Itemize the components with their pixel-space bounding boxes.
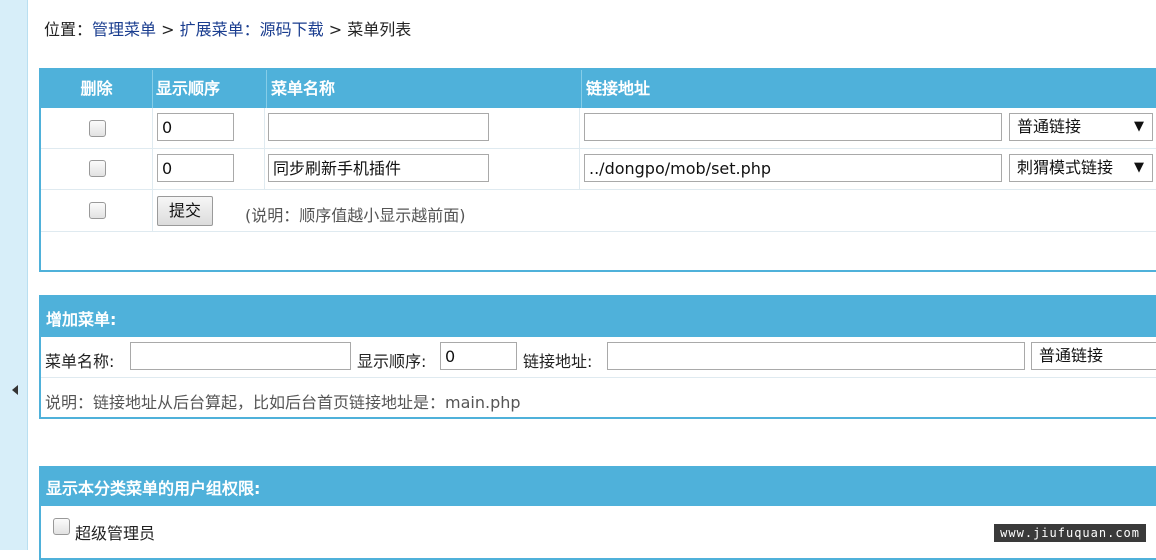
link-input[interactable] bbox=[584, 113, 1002, 141]
col-order-header: 显示顺序 bbox=[153, 70, 267, 108]
add-menu-section: 增加菜单: 菜单名称: 显示顺序: 0 链接地址: 普通链接 说明：链接地址从后… bbox=[39, 295, 1156, 419]
add-menu-row: 菜单名称: 显示顺序: 0 链接地址: 普通链接 bbox=[41, 337, 1156, 378]
permissions-section: 显示本分类菜单的用户组权限: 超级管理员 bbox=[39, 466, 1156, 560]
submit-row: 提交 (说明：顺序值越小显示越前面) bbox=[41, 190, 1156, 232]
add-menu-title: 增加菜单: bbox=[41, 297, 1156, 337]
dropdown-arrow-icon: ▼ bbox=[1134, 160, 1144, 175]
super-admin-label: 超级管理员 bbox=[75, 524, 156, 543]
menu-name-input[interactable] bbox=[268, 113, 489, 141]
order-note: (说明：顺序值越小显示越前面) bbox=[245, 206, 466, 225]
new-link-type-value: 普通链接 bbox=[1039, 346, 1104, 365]
link-input[interactable]: ../dongpo/mob/set.php bbox=[584, 154, 1002, 182]
link-type-select[interactable]: 普通链接 ▼ bbox=[1009, 113, 1153, 141]
order-input[interactable]: 0 bbox=[157, 113, 234, 141]
submit-button[interactable]: 提交 bbox=[157, 196, 214, 226]
breadcrumb-current: 菜单列表 bbox=[347, 20, 412, 39]
new-menu-name-input[interactable] bbox=[130, 342, 351, 370]
breadcrumb-separator: > bbox=[156, 20, 180, 39]
table-header: 删除 显示顺序 菜单名称 链接地址 bbox=[41, 70, 1156, 108]
link-type-value: 普通链接 bbox=[1017, 117, 1082, 136]
collapse-arrow-icon[interactable] bbox=[12, 385, 18, 395]
delete-checkbox[interactable] bbox=[89, 120, 106, 137]
menu-name-input[interactable]: 同步刷新手机插件 bbox=[268, 154, 489, 182]
link-type-value: 刺猬模式链接 bbox=[1017, 158, 1114, 177]
breadcrumb-link-manage[interactable]: 管理菜单 bbox=[92, 20, 156, 39]
link-label: 链接地址: bbox=[523, 352, 593, 371]
menu-list-table: 删除 显示顺序 菜单名称 链接地址 0 普通链接 ▼ 0 同步刷新手机插件 ../… bbox=[39, 68, 1156, 272]
breadcrumb: 位置：管理菜单 > 扩展菜单：源码下载 > 菜单列表 bbox=[44, 16, 411, 40]
order-label: 显示顺序: bbox=[357, 352, 427, 371]
collapse-sidebar-strip[interactable] bbox=[0, 0, 28, 550]
delete-checkbox[interactable] bbox=[89, 160, 106, 177]
table-row: 0 同步刷新手机插件 ../dongpo/mob/set.php 刺猬模式链接 ▼ bbox=[41, 149, 1156, 190]
order-input[interactable]: 0 bbox=[157, 154, 234, 182]
new-link-type-select[interactable]: 普通链接 bbox=[1031, 342, 1156, 370]
watermark: www.jiufuquan.com bbox=[994, 524, 1146, 542]
col-link-header: 链接地址 bbox=[586, 79, 651, 98]
permissions-title: 显示本分类菜单的用户组权限: bbox=[41, 468, 1156, 506]
select-all-checkbox[interactable] bbox=[89, 202, 106, 219]
breadcrumb-separator: > bbox=[323, 20, 348, 39]
add-menu-note: 说明：链接地址从后台算起，比如后台首页链接地址是：main.php bbox=[45, 393, 521, 412]
table-row: 0 普通链接 ▼ bbox=[41, 108, 1156, 149]
breadcrumb-prefix: 位置： bbox=[44, 20, 93, 39]
col-name-header: 菜单名称 bbox=[267, 70, 582, 108]
menu-name-label: 菜单名称: bbox=[45, 352, 115, 371]
breadcrumb-link-extend[interactable]: 扩展菜单：源码下载 bbox=[180, 20, 324, 39]
new-link-input[interactable] bbox=[607, 342, 1025, 370]
link-type-select[interactable]: 刺猬模式链接 ▼ bbox=[1009, 154, 1153, 182]
dropdown-arrow-icon: ▼ bbox=[1134, 119, 1144, 134]
new-order-input[interactable]: 0 bbox=[440, 342, 517, 370]
super-admin-checkbox[interactable] bbox=[53, 518, 70, 535]
col-delete-header: 删除 bbox=[41, 70, 153, 108]
